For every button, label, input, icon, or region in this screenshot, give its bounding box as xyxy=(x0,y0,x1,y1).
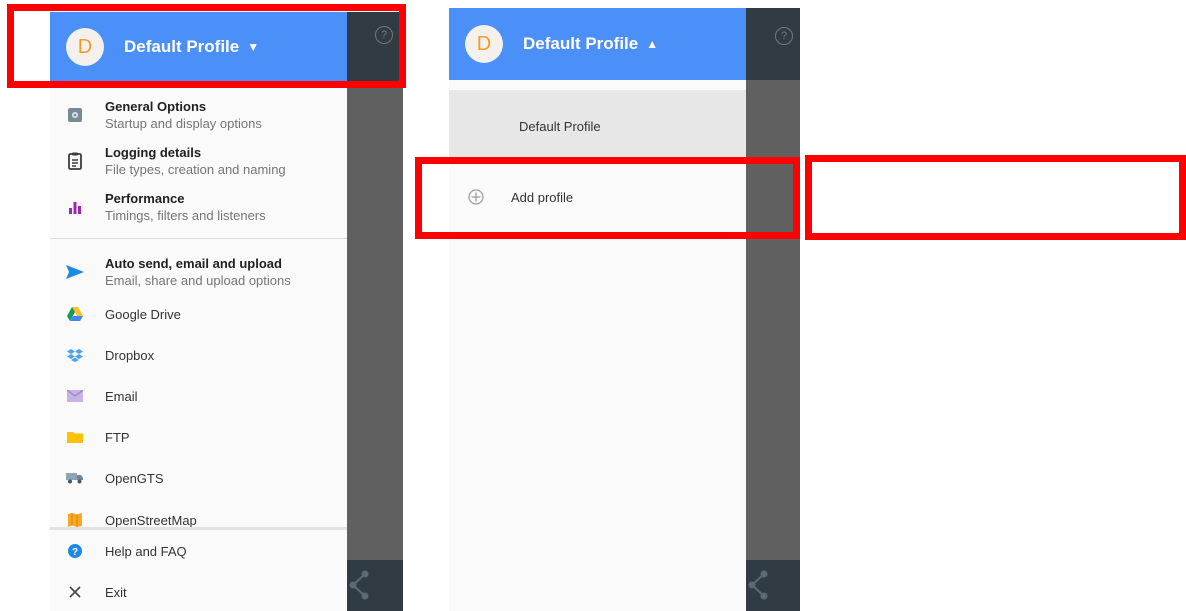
google-drive-icon xyxy=(65,304,85,324)
menu-item-opengts[interactable]: OpenGTS xyxy=(50,466,347,490)
menu-item-exit[interactable]: Exit xyxy=(50,580,347,604)
highlight-box-profile-header xyxy=(7,4,406,88)
menu-item-label: Exit xyxy=(105,584,127,600)
menu-item-label: Google Drive xyxy=(105,306,181,322)
truck-icon xyxy=(65,468,85,488)
menu-item-title: Auto send, email and upload xyxy=(105,256,282,271)
profile-item-label: Default Profile xyxy=(519,118,601,134)
help-icon: ? xyxy=(775,27,793,45)
menu-item-performance[interactable]: Performance Timings, filters and listene… xyxy=(50,188,347,226)
highlight-box-empty xyxy=(805,155,1186,240)
right-share-icon[interactable] xyxy=(748,570,770,605)
menu-item-auto-send[interactable]: Auto send, email and upload Email, share… xyxy=(50,252,347,292)
menu-item-subtitle: Email, share and upload options xyxy=(105,273,291,288)
svg-text:?: ? xyxy=(72,547,78,558)
help-icon: ? xyxy=(65,541,85,561)
menu-item-ftp[interactable]: FTP xyxy=(50,425,347,449)
gear-icon xyxy=(65,105,85,125)
profile-name: Default Profile xyxy=(523,34,639,53)
caret-up-icon: ▲ xyxy=(646,37,659,51)
avatar: D xyxy=(465,25,503,63)
menu-item-email[interactable]: Email xyxy=(50,384,347,408)
menu-item-label: Help and FAQ xyxy=(105,543,187,559)
menu-item-label: OpenStreetMap xyxy=(105,512,197,528)
left-share-icon[interactable] xyxy=(349,570,371,605)
profile-item-default[interactable]: Default Profile xyxy=(449,90,746,162)
dropbox-icon xyxy=(65,345,85,365)
folder-icon xyxy=(65,427,85,447)
menu-item-help-faq[interactable]: ? Help and FAQ xyxy=(50,539,347,563)
profile-switcher[interactable]: Default Profile ▲ xyxy=(523,34,658,54)
menu-item-google-drive[interactable]: Google Drive xyxy=(50,302,347,326)
menu-item-subtitle: Startup and display options xyxy=(105,116,262,131)
menu-item-title: Performance xyxy=(105,191,185,206)
right-drawer-header[interactable]: D Default Profile ▲ xyxy=(449,8,746,80)
menu-item-label: Email xyxy=(105,388,138,404)
menu-divider xyxy=(50,238,347,239)
menu-item-dropbox[interactable]: Dropbox xyxy=(50,343,347,367)
close-icon xyxy=(65,582,85,602)
right-help-button[interactable]: ? xyxy=(775,27,793,45)
menu-item-label: FTP xyxy=(105,429,130,445)
highlight-box-add-profile xyxy=(415,157,800,239)
send-icon xyxy=(65,262,85,282)
menu-item-label: OpenGTS xyxy=(105,470,164,486)
menu-item-title: General Options xyxy=(105,99,207,114)
email-icon xyxy=(65,386,85,406)
bar-chart-icon xyxy=(65,197,85,217)
menu-item-general-options[interactable]: General Options Startup and display opti… xyxy=(50,96,347,134)
menu-item-subtitle: Timings, filters and listeners xyxy=(105,208,266,223)
left-background-overlay xyxy=(347,12,403,611)
right-background-overlay xyxy=(746,8,800,611)
menu-item-label: Dropbox xyxy=(105,347,155,363)
menu-item-logging-details[interactable]: Logging details File types, creation and… xyxy=(50,142,347,180)
menu-item-title: Logging details xyxy=(105,145,202,160)
menu-divider xyxy=(50,527,347,530)
menu-item-subtitle: File types, creation and naming xyxy=(105,162,286,177)
clipboard-icon xyxy=(65,151,85,171)
